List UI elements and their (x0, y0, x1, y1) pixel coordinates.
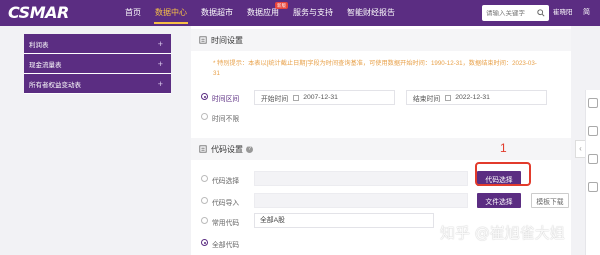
annotation-highlight-box (475, 162, 531, 186)
nav-item-smart-report[interactable]: 智能财经报告 (340, 0, 402, 26)
help-center-icon[interactable] (588, 98, 598, 108)
sidebar-item-cash-flow[interactable]: 现金流量表 + (24, 54, 171, 74)
time-unlimited-label: 时间不限 (212, 116, 240, 123)
contact-icon[interactable] (588, 182, 598, 192)
expand-icon[interactable]: + (158, 59, 163, 69)
time-unlimited-radio[interactable] (201, 113, 208, 120)
all-code-radio[interactable] (201, 239, 208, 246)
code-settings-title: 代码设置 (211, 144, 243, 154)
user-name[interactable]: 崔晓阳 (553, 0, 573, 26)
end-date-caption: 结束时间 (413, 95, 441, 103)
table-sidebar: 利润表 + 现金流量表 + 所有者权益变动表 + (24, 34, 171, 94)
calendar-icon (293, 94, 300, 101)
sidebar-item-label: 利润表 (29, 41, 49, 49)
code-select-field[interactable] (254, 171, 468, 186)
nav-item-data-apps[interactable]: 数据应用 新版 (240, 0, 288, 26)
nav-item-data-market[interactable]: 数据超市 (194, 0, 240, 26)
zhihu-watermark: 知乎 @崔旭雀大姐 (440, 224, 565, 242)
feedback-icon[interactable] (588, 154, 598, 164)
expand-icon[interactable]: + (158, 39, 163, 49)
time-tip-line-1: * 特别提示：本表以[统计截止日期]字段为时间查询基准，可使用数据开始时间：19… (213, 60, 537, 67)
csmar-logo[interactable]: CSMAR (8, 3, 69, 22)
code-select-label: 代码选择 (212, 178, 240, 185)
code-select-radio[interactable] (201, 175, 208, 182)
file-select-button[interactable]: 文件选择 (477, 193, 521, 208)
search-box (482, 5, 549, 21)
checklist-icon (199, 145, 207, 153)
right-tool-rail (585, 90, 600, 255)
main-nav: 首页 数据中心 数据超市 数据应用 新版 服务与支持 智能财经报告 (118, 0, 402, 26)
sidebar-item-label: 所有者权益变动表 (29, 81, 81, 89)
sidebar-item-label: 现金流量表 (29, 61, 62, 69)
nav-item-home[interactable]: 首页 (118, 0, 148, 26)
code-import-field[interactable] (254, 193, 468, 208)
help-icon[interactable]: ? (246, 145, 253, 153)
expand-icon[interactable]: + (158, 79, 163, 89)
annotation-number: 1 (500, 141, 507, 155)
time-settings-title: 时间设置 (211, 35, 243, 45)
nav-item-data-apps-label: 数据应用 (247, 8, 279, 17)
start-date-value: 2007-12-31 (303, 94, 338, 101)
nav-item-data-center[interactable]: 数据中心 (148, 0, 194, 26)
common-code-label: 常用代码 (212, 220, 240, 227)
time-settings-header: 时间设置 (191, 29, 571, 51)
template-download-button[interactable]: 模板下载 (531, 193, 569, 208)
time-range-radio[interactable] (201, 93, 208, 100)
code-import-label: 代码导入 (212, 200, 240, 207)
code-import-radio[interactable] (201, 197, 208, 204)
time-tip-line-2: 31 (213, 70, 220, 77)
all-code-label: 全部代码 (212, 242, 240, 249)
language-switch[interactable]: 简 (583, 0, 590, 26)
common-code-radio[interactable] (201, 217, 208, 224)
calendar-icon (445, 94, 452, 101)
end-date-value: 2022-12-31 (455, 94, 490, 101)
end-date-field[interactable]: 结束时间 2022-12-31 (406, 90, 547, 105)
checklist-icon (199, 36, 207, 44)
start-date-caption: 开始时间 (261, 95, 289, 103)
search-icon[interactable] (534, 5, 548, 21)
time-tip: * 特别提示：本表以[统计截止日期]字段为时间查询基准，可使用数据开始时间：19… (213, 59, 568, 79)
top-navigation-bar: CSMAR 首页 数据中心 数据超市 数据应用 新版 服务与支持 智能财经报告 … (0, 0, 600, 26)
common-code-select[interactable]: 全部A股 (254, 213, 434, 228)
guide-icon[interactable] (588, 126, 598, 136)
nav-item-service-support[interactable]: 服务与支持 (286, 0, 340, 26)
sidebar-item-equity-changes[interactable]: 所有者权益变动表 + (24, 74, 171, 94)
search-input[interactable] (486, 9, 534, 17)
sidebar-item-income-statement[interactable]: 利润表 + (24, 34, 171, 54)
time-range-label: 时间区间 (212, 96, 240, 103)
code-settings-header: 代码设置 ? (191, 138, 571, 160)
collapse-arrow-icon[interactable]: ‹ (575, 140, 585, 158)
start-date-field[interactable]: 开始时间 2007-12-31 (254, 90, 395, 105)
